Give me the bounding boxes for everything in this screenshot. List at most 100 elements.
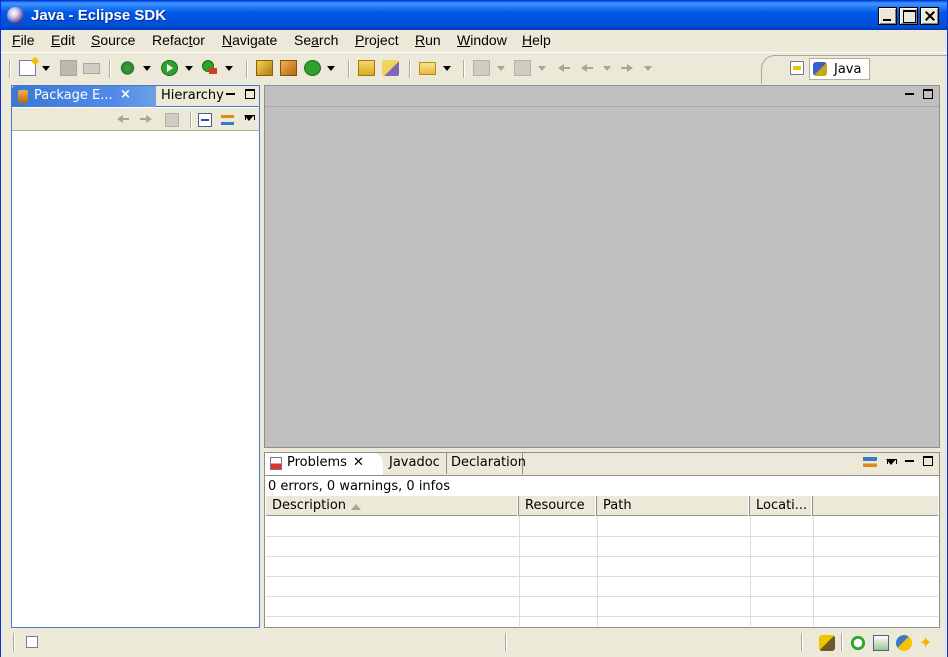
tab-declaration[interactable]: Declaration <box>447 453 526 474</box>
minimize-editor-icon[interactable] <box>905 89 915 99</box>
last-edit-location-icon[interactable] <box>558 64 570 72</box>
tab-hierarchy[interactable]: Hierarchy <box>157 86 224 107</box>
new-package-icon[interactable] <box>256 60 273 76</box>
close-icon[interactable]: ✕ <box>353 455 364 470</box>
new-java-class-icon[interactable] <box>304 60 321 76</box>
tab-label: Package E... <box>34 88 113 103</box>
link-with-editor-icon[interactable] <box>221 113 235 127</box>
search-status-icon[interactable] <box>850 635 866 651</box>
column-resource[interactable]: Resource <box>519 496 597 516</box>
forward-icon[interactable] <box>621 64 633 72</box>
close-button[interactable] <box>920 7 939 25</box>
menu-source[interactable]: Source <box>91 32 135 48</box>
open-perspective-icon[interactable] <box>790 61 804 75</box>
tab-javadoc[interactable]: Javadoc <box>385 453 447 474</box>
table-header: Description Resource Path Locati... <box>266 496 938 516</box>
table-row[interactable] <box>266 537 938 557</box>
problems-tabbar: Problems ✕ Javadoc Declaration <box>265 453 939 476</box>
minimize-view-icon[interactable] <box>226 89 236 99</box>
next-annotation-dropdown-icon[interactable] <box>497 66 505 71</box>
sort-ascending-icon <box>351 504 361 510</box>
tab-label: Problems <box>287 455 347 470</box>
tip-icon[interactable]: ✦ <box>919 635 935 651</box>
new-icon[interactable] <box>19 60 36 76</box>
back-icon[interactable] <box>581 64 593 72</box>
prev-annotation-icon[interactable] <box>514 60 531 76</box>
minimize-view-icon[interactable] <box>905 456 915 466</box>
tab-problems[interactable]: Problems ✕ <box>265 453 383 475</box>
menu-help[interactable]: Help <box>522 32 551 48</box>
maximize-editor-icon[interactable] <box>923 89 933 99</box>
external-tools-dropdown-icon[interactable] <box>225 66 233 71</box>
status-separator <box>801 633 803 651</box>
toolbar-grip[interactable] <box>409 60 411 78</box>
maximize-view-icon[interactable] <box>245 89 255 99</box>
collapse-all-icon[interactable] <box>198 113 212 127</box>
forward-icon[interactable] <box>140 115 152 123</box>
open-folder-dropdown-icon[interactable] <box>443 66 451 71</box>
progress-icon[interactable] <box>819 635 835 651</box>
java-perspective-icon <box>813 62 827 76</box>
save-icon[interactable] <box>60 60 77 76</box>
title-bar[interactable]: Java - Eclipse SDK <box>1 1 947 30</box>
toolbar-grip[interactable] <box>9 60 11 78</box>
column-path[interactable]: Path <box>597 496 750 516</box>
view-menu-icon[interactable] <box>886 459 897 465</box>
new-class-icon[interactable] <box>280 60 297 76</box>
toolbar-grip[interactable] <box>348 60 350 78</box>
close-icon[interactable]: × <box>120 87 131 102</box>
menu-window[interactable]: Window <box>457 32 507 48</box>
package-explorer-toolbar <box>12 108 259 131</box>
prev-annotation-dropdown-icon[interactable] <box>538 66 546 71</box>
table-row[interactable] <box>266 517 938 537</box>
update-icon[interactable] <box>896 635 912 651</box>
next-annotation-icon[interactable] <box>473 60 490 76</box>
maximize-button[interactable] <box>899 7 918 25</box>
problems-view: Problems ✕ Javadoc Declaration 0 errors,… <box>264 452 940 628</box>
print-icon[interactable] <box>83 63 100 74</box>
menu-edit[interactable]: Edit <box>51 32 75 48</box>
run-icon[interactable] <box>161 60 178 76</box>
menu-file[interactable]: File <box>12 32 35 48</box>
eclipse-window: Java - Eclipse SDK File Edit Source Refa… <box>0 0 948 657</box>
table-row[interactable] <box>266 597 938 617</box>
menu-project[interactable]: Project <box>355 32 399 48</box>
column-description[interactable]: Description <box>266 496 519 516</box>
back-icon[interactable] <box>117 115 129 123</box>
menu-navigate[interactable]: Navigate <box>222 32 277 48</box>
package-explorer-icon <box>18 90 28 103</box>
java-perspective-button[interactable]: Java <box>809 58 870 80</box>
run-dropdown-icon[interactable] <box>185 66 193 71</box>
perspective-label: Java <box>834 62 862 77</box>
back-dropdown-icon[interactable] <box>603 66 611 71</box>
open-folder-icon[interactable] <box>419 62 436 75</box>
chart-icon[interactable] <box>873 635 889 651</box>
toolbar-separator <box>190 111 192 129</box>
new-dropdown-icon[interactable] <box>42 66 50 71</box>
minimize-button[interactable] <box>878 7 897 25</box>
table-row[interactable] <box>266 557 938 577</box>
toolbar-grip[interactable] <box>246 60 248 78</box>
up-icon[interactable] <box>165 113 179 127</box>
forward-dropdown-icon[interactable] <box>644 66 652 71</box>
menu-run[interactable]: Run <box>415 32 441 48</box>
table-row[interactable] <box>266 577 938 597</box>
column-divider <box>813 516 814 626</box>
package-explorer-tabbar: Package E... × Hierarchy <box>12 86 259 107</box>
open-type-icon[interactable] <box>358 60 375 76</box>
view-menu-icon[interactable] <box>244 115 255 121</box>
tab-package-explorer[interactable]: Package E... × <box>12 86 156 107</box>
debug-dropdown-icon[interactable] <box>143 66 151 71</box>
toolbar-grip[interactable] <box>463 60 465 78</box>
maximize-view-icon[interactable] <box>923 456 933 466</box>
filter-icon[interactable] <box>863 457 877 471</box>
new-class-dropdown-icon[interactable] <box>327 66 335 71</box>
search-icon[interactable] <box>382 60 399 76</box>
external-tools-icon[interactable] <box>202 60 217 74</box>
menu-refactor[interactable]: Refactor <box>152 32 205 48</box>
column-location[interactable]: Locati... <box>750 496 813 516</box>
fast-view-icon[interactable] <box>26 636 38 648</box>
debug-icon[interactable] <box>119 60 136 76</box>
toolbar-grip[interactable] <box>109 60 111 78</box>
menu-search[interactable]: Search <box>294 32 338 48</box>
